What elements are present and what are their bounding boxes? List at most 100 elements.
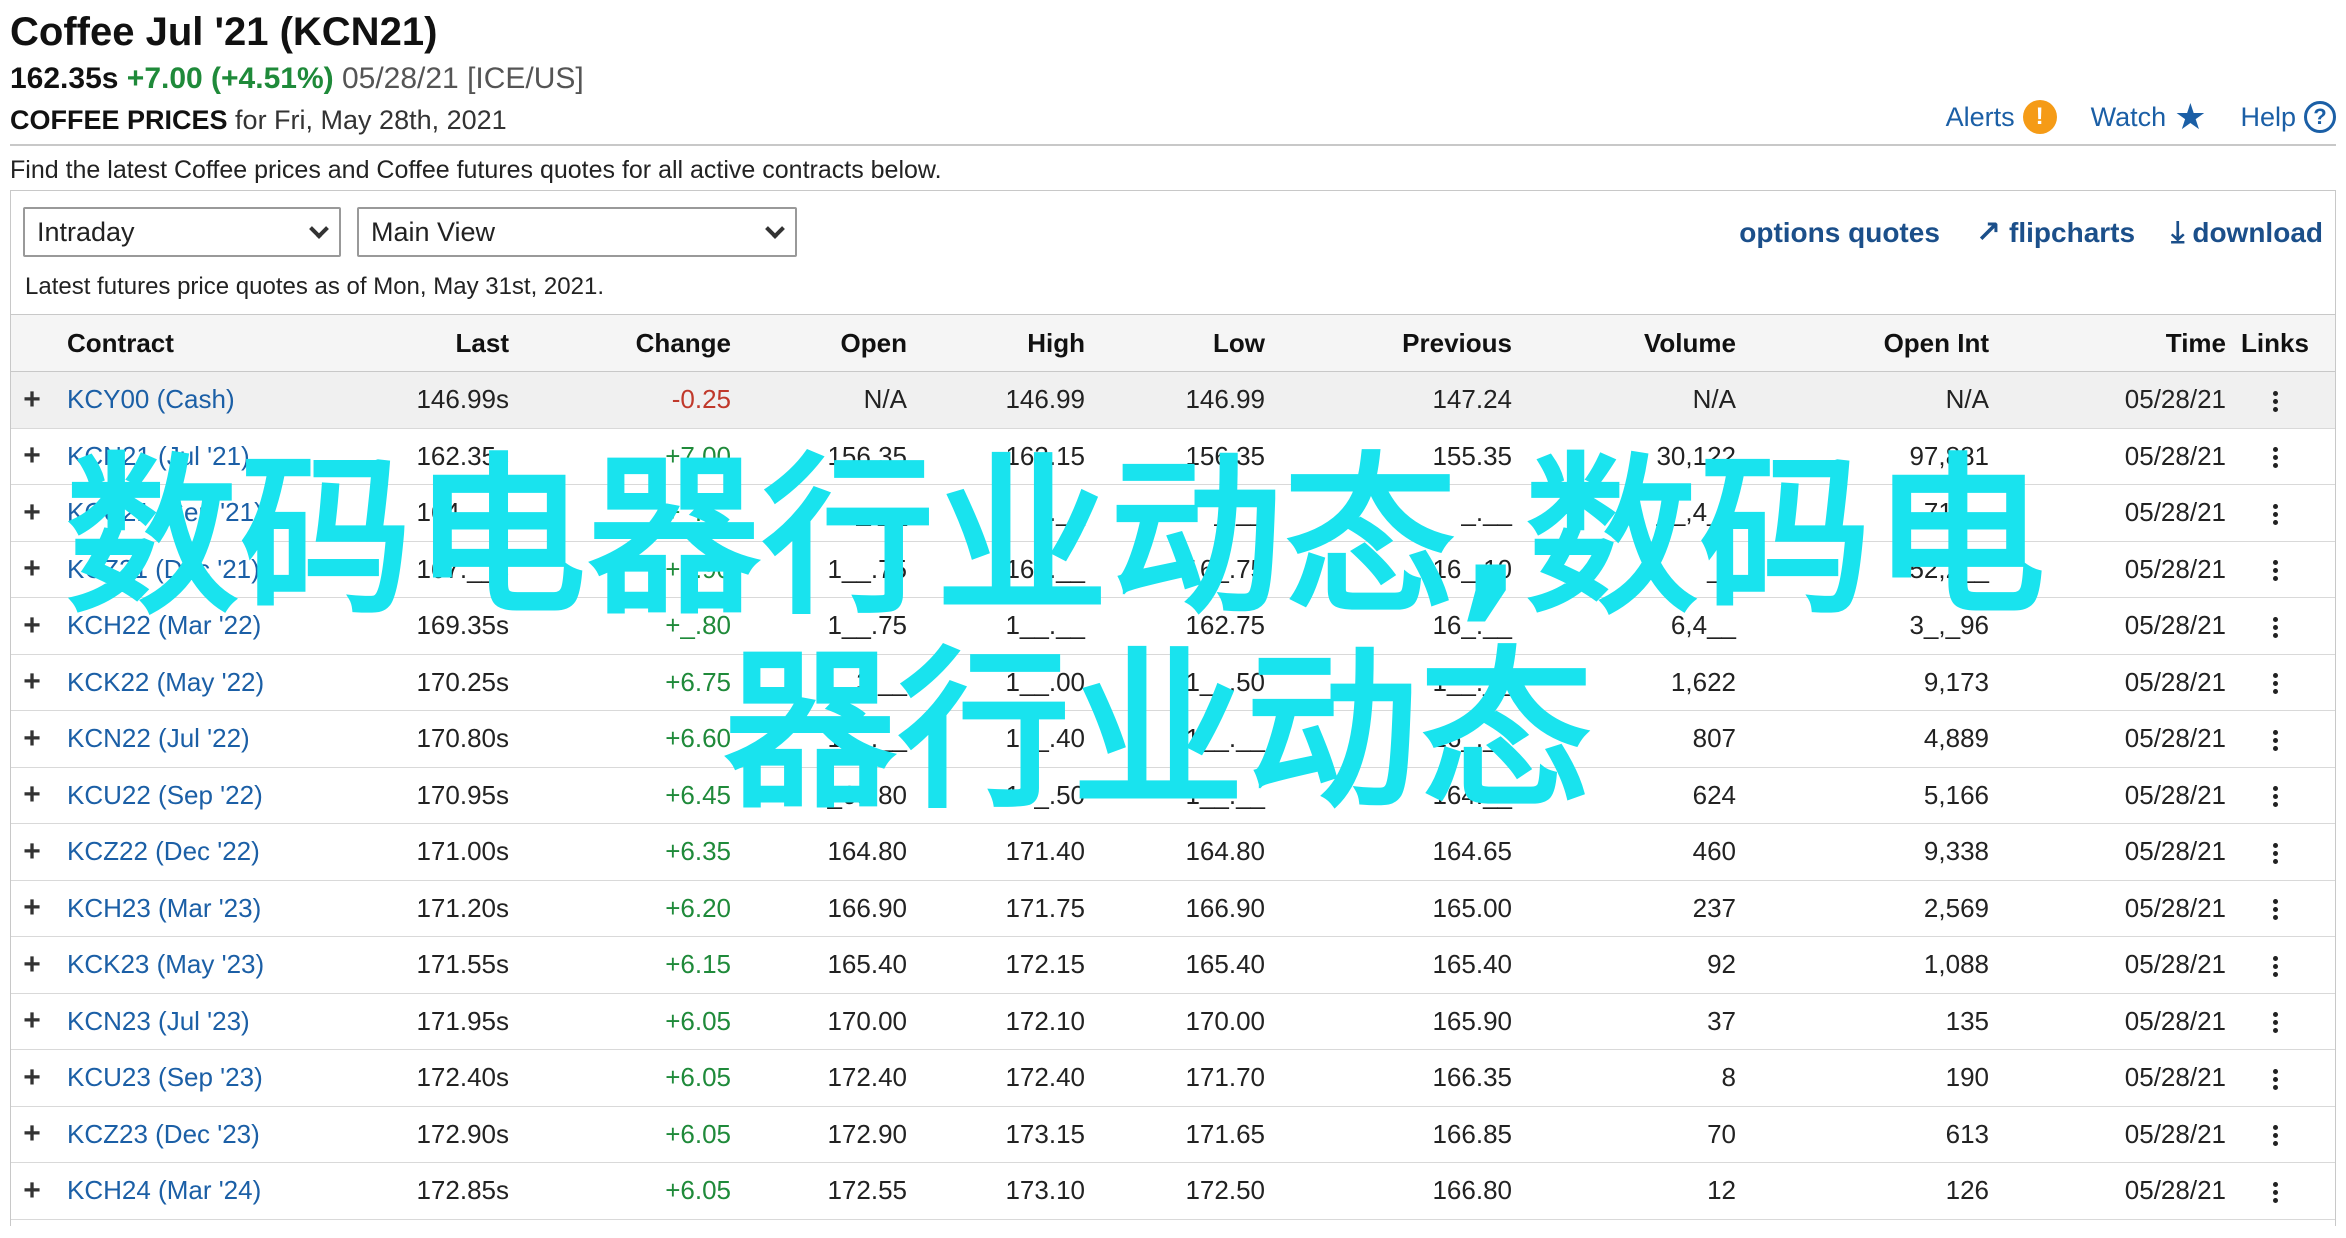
panel-actions: options quotes ↗ flipcharts ⤓ download <box>1739 215 2323 250</box>
column-header-change[interactable]: Change <box>509 328 731 359</box>
price-change: +7.00 (+4.51%) <box>126 62 334 95</box>
expand-plus-icon[interactable]: + <box>11 948 53 982</box>
column-header-high[interactable]: High <box>907 328 1085 359</box>
expand-plus-icon[interactable]: + <box>11 722 53 756</box>
header-divider <box>10 144 2336 146</box>
column-header-time[interactable]: Time <box>1989 328 2226 359</box>
contract-link[interactable]: KCZ22 (Dec '22) <box>53 836 283 867</box>
expand-plus-icon[interactable]: + <box>11 1174 53 1208</box>
more-options-icon[interactable] <box>2226 667 2324 698</box>
open-int-cell: N/A <box>1945 384 1989 415</box>
expand-plus-icon[interactable]: + <box>11 665 53 699</box>
contract-link[interactable]: KCN23 (Jul '23) <box>53 1006 283 1037</box>
expand-plus-icon[interactable]: + <box>11 835 53 869</box>
volume-cell: 30,122 <box>1656 440 1736 471</box>
contract-link[interactable]: KCZ23 (Dec '23) <box>53 1119 283 1150</box>
more-options-icon[interactable] <box>2226 610 2324 641</box>
expand-plus-icon[interactable]: + <box>11 383 53 417</box>
contract-link[interactable]: KCH23 (Mar '23) <box>53 893 283 924</box>
period-select[interactable]: Intraday <box>23 207 341 257</box>
expand-plus-icon[interactable]: + <box>11 1061 53 1095</box>
options-quotes-link[interactable]: options quotes <box>1739 215 1940 250</box>
expand-plus-icon[interactable]: + <box>11 552 53 586</box>
open-int-cell: 3_,_96 <box>1909 610 1989 641</box>
time-cell: 05/28/21 <box>2124 949 2226 980</box>
table-row: + KCN21 (Jul '21) 162.35s +7.00 156.35 163.15… <box>11 429 2335 485</box>
high-cell: _.__ <box>1034 497 1085 528</box>
volume-cell: 624 <box>1692 779 1736 810</box>
column-header-volume[interactable]: Volume <box>1512 328 1736 359</box>
column-header-contract[interactable]: Contract <box>53 328 283 359</box>
more-options-icon[interactable] <box>2226 949 2324 980</box>
page-title: Coffee Jul '21 (KCN21) <box>10 10 438 54</box>
table-row: + KCY00 (Cash) 146.99s -0.25 N/A 146.99 146.99… <box>11 372 2335 429</box>
more-options-icon[interactable] <box>2226 497 2324 528</box>
open-cell: N/A <box>863 384 907 415</box>
previous-cell: 166.85 <box>1432 1118 1512 1149</box>
more-options-icon[interactable] <box>2226 1119 2324 1150</box>
view-select[interactable]: Main View <box>357 207 797 257</box>
expand-plus-icon[interactable]: + <box>11 1004 53 1038</box>
high-cell: 171.75 <box>1005 892 1085 923</box>
contract-link[interactable]: KCK22 (May '22) <box>53 667 283 698</box>
last-cell: 171.20s <box>416 892 509 923</box>
last-cell: 170.95s <box>416 779 509 810</box>
column-header-low[interactable]: Low <box>1085 328 1265 359</box>
contract-link[interactable]: KCU21 (Sep '21) <box>53 497 283 528</box>
more-options-icon[interactable] <box>2226 836 2324 867</box>
time-cell: 05/28/21 <box>2124 1118 2226 1149</box>
low-cell: 146.99 <box>1185 384 1265 415</box>
contract-link[interactable]: KCN21 (Jul '21) <box>53 441 283 472</box>
alerts-link[interactable]: Alerts ! <box>1946 100 2057 134</box>
high-cell: 173.15 <box>1005 1118 1085 1149</box>
previous-cell: 1__.__ <box>1432 666 1512 697</box>
more-options-icon[interactable] <box>2226 780 2324 811</box>
alert-icon: ! <box>2022 100 2057 134</box>
prices-label: COFFEE PRICES <box>10 105 228 135</box>
low-cell: 170.00 <box>1185 1005 1265 1036</box>
contract-link[interactable]: KCN22 (Jul '22) <box>53 723 283 754</box>
column-header-open-int[interactable]: Open Int <box>1736 328 1989 359</box>
expand-plus-icon[interactable]: + <box>11 1117 53 1151</box>
more-options-icon[interactable] <box>2226 1175 2324 1206</box>
expand-plus-icon[interactable]: + <box>11 439 53 473</box>
help-label: Help <box>2240 101 2296 132</box>
previous-cell: 165.40 <box>1432 949 1512 980</box>
more-options-icon[interactable] <box>2226 1006 2324 1037</box>
expand-plus-icon[interactable]: + <box>11 609 53 643</box>
column-header-previous[interactable]: Previous <box>1265 328 1512 359</box>
time-cell: 05/28/21 <box>2124 1062 2226 1093</box>
flipcharts-link[interactable]: ↗ flipcharts <box>1976 215 2135 250</box>
as-of-text: Latest futures price quotes as of Mon, M… <box>25 273 604 300</box>
contract-link[interactable]: KCH22 (Mar '22) <box>53 610 283 641</box>
more-options-icon[interactable] <box>2226 441 2324 472</box>
contract-link[interactable]: KCY00 (Cash) <box>53 384 283 415</box>
help-link[interactable]: Help ? <box>2240 101 2336 133</box>
prices-date: for Fri, May 28th, 2021 <box>235 105 507 135</box>
last-cell: 170.25s <box>416 666 509 697</box>
watch-link[interactable]: Watch ★ <box>2091 99 2207 135</box>
open-cell: 172.55 <box>827 1175 907 1206</box>
change-cell: +6.35 <box>665 836 731 867</box>
volume-cell: __ <box>1707 553 1736 584</box>
contract-link[interactable]: KCH24 (Mar '24) <box>53 1175 283 1206</box>
more-options-icon[interactable] <box>2226 1062 2324 1093</box>
high-cell: 17_.50 <box>1005 779 1085 810</box>
contract-link[interactable]: KCU23 (Sep '23) <box>53 1062 283 1093</box>
column-header-open[interactable]: Open <box>731 328 907 359</box>
table-row: + KCN23 (Jul '23) 171.95s +6.05 170.00 172.10… <box>11 994 2335 1050</box>
contract-link[interactable]: KCZ21 (Dec '21) <box>53 554 283 585</box>
more-options-icon[interactable] <box>2226 723 2324 754</box>
download-link[interactable]: ⤓ download <box>2171 215 2323 250</box>
more-options-icon[interactable] <box>2226 384 2324 415</box>
more-options-icon[interactable] <box>2226 893 2324 924</box>
more-options-icon[interactable] <box>2226 554 2324 585</box>
time-cell: 05/28/21 <box>2124 723 2226 754</box>
contract-link[interactable]: KCK23 (May '23) <box>53 949 283 980</box>
expand-plus-icon[interactable]: + <box>11 496 53 530</box>
contract-link[interactable]: KCU22 (Sep '22) <box>53 780 283 811</box>
column-header-last[interactable]: Last <box>283 328 509 359</box>
expand-plus-icon[interactable]: + <box>11 891 53 925</box>
open-cell: 164.80 <box>827 836 907 867</box>
expand-plus-icon[interactable]: + <box>11 778 53 812</box>
